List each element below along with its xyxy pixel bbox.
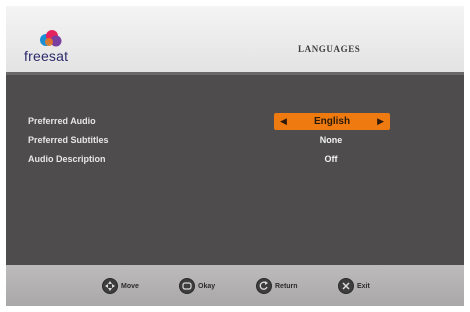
setting-label: Preferred Audio	[28, 116, 96, 126]
dpad-icon	[102, 278, 118, 294]
freesat-logo: freesat	[24, 28, 84, 64]
page-title: LANGUAGES	[298, 44, 361, 54]
back-button-icon	[256, 278, 272, 294]
setting-label: Audio Description	[28, 154, 106, 164]
header-bar: freesat LANGUAGES	[6, 6, 464, 72]
setting-value: Off	[324, 154, 338, 164]
setting-row-preferred-subtitles[interactable]: Preferred Subtitles None	[6, 132, 464, 150]
tv-screen: freesat LANGUAGES Preferred Audio ◀ Engl…	[6, 6, 464, 306]
settings-list: Preferred Audio ◀ English ▶ Preferred Su…	[6, 75, 464, 265]
arrow-left-icon[interactable]: ◀	[280, 115, 287, 128]
setting-value: None	[319, 135, 343, 145]
hint-label: Return	[275, 282, 298, 290]
footer-bar: Move Okay Return Exit	[6, 265, 464, 306]
hint-exit: Exit	[338, 278, 370, 294]
exit-button-icon	[338, 278, 354, 294]
setting-value: English	[313, 116, 351, 127]
preferred-audio-selector[interactable]: ◀ English ▶	[274, 113, 390, 130]
arrow-right-icon[interactable]: ▶	[377, 115, 384, 128]
freesat-logo-icon	[40, 30, 62, 47]
setting-label: Preferred Subtitles	[28, 135, 109, 145]
hint-move: Move	[102, 278, 139, 294]
hint-label: Move	[121, 282, 139, 290]
hint-return: Return	[256, 278, 298, 294]
setting-row-audio-description[interactable]: Audio Description Off	[6, 151, 464, 169]
ok-button-icon	[179, 278, 195, 294]
brand-name: freesat	[24, 48, 69, 64]
hint-label: Exit	[357, 282, 370, 290]
hint-okay: Okay	[179, 278, 215, 294]
setting-row-preferred-audio[interactable]: Preferred Audio ◀ English ▶	[6, 113, 464, 131]
hint-label: Okay	[198, 282, 216, 290]
